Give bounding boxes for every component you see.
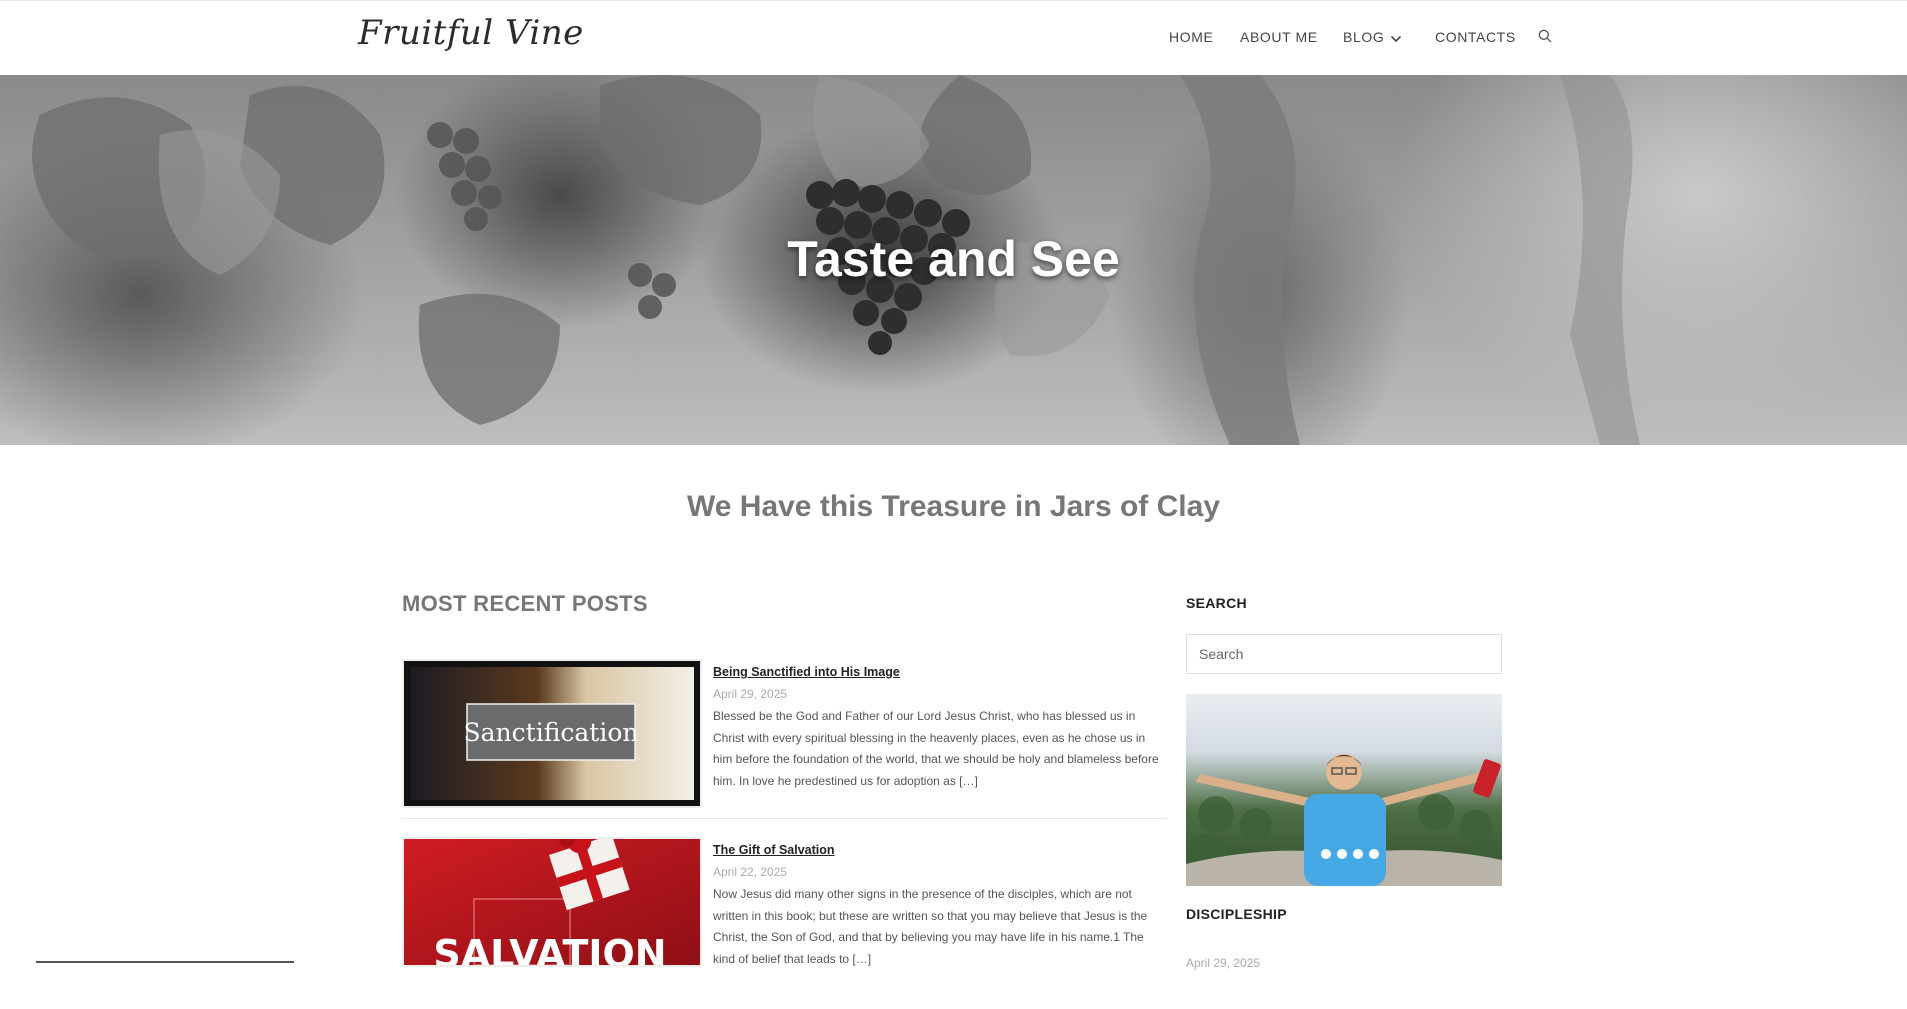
sidebar-search-input[interactable] — [1186, 634, 1502, 674]
nav-contacts[interactable]: CONTACTS — [1435, 29, 1516, 45]
nav-home[interactable]: HOME — [1169, 29, 1213, 45]
sidebar-discipleship-heading: DISCIPLESHIP — [1186, 906, 1287, 922]
chevron-down-icon — [1390, 30, 1402, 46]
nav-blog-label: BLOG — [1343, 29, 1385, 45]
post-card: Sanctification Being Sanctified into His… — [402, 661, 1167, 831]
thumb-label: SALVATION — [433, 932, 666, 965]
recent-posts-heading: MOST RECENT POSTS — [402, 591, 648, 616]
post-thumbnail[interactable]: Sanctification — [404, 661, 700, 806]
hero-title: Taste and See — [787, 231, 1120, 287]
nav-about-me[interactable]: ABOUT ME — [1240, 29, 1318, 45]
thumb-label: Sanctification — [464, 718, 639, 747]
post-divider — [402, 818, 1167, 819]
post-excerpt: Blessed be the God and Father of our Lor… — [713, 709, 1159, 788]
post-excerpt: Now Jesus did many other signs in the pr… — [713, 887, 1148, 966]
hero-banner: Taste and See — [0, 75, 1907, 445]
site-header: Fruitful Vine HOME ABOUT ME BLOG CONTACT… — [0, 0, 1907, 74]
post-title-link[interactable]: The Gift of Salvation — [713, 843, 835, 857]
sidebar-post-date: April 29, 2025 — [1186, 956, 1261, 970]
post-date: April 22, 2025 — [713, 865, 788, 879]
author-photo[interactable] — [1186, 694, 1502, 886]
post-card: SALVATION The Gift of Salvation April 22… — [402, 839, 1167, 1009]
post-date: April 29, 2025 — [713, 687, 788, 701]
search-icon[interactable] — [1538, 29, 1552, 48]
post-thumbnail[interactable]: SALVATION — [404, 839, 700, 965]
site-logo[interactable]: Fruitful Vine — [358, 13, 584, 53]
horizontal-scrollbar[interactable] — [36, 961, 294, 963]
sidebar-search-heading: SEARCH — [1186, 595, 1247, 611]
post-title-link[interactable]: Being Sanctified into His Image — [713, 665, 900, 679]
site-tagline: We Have this Treasure in Jars of Clay — [686, 490, 1220, 523]
nav-blog[interactable]: BLOG — [1343, 29, 1402, 46]
